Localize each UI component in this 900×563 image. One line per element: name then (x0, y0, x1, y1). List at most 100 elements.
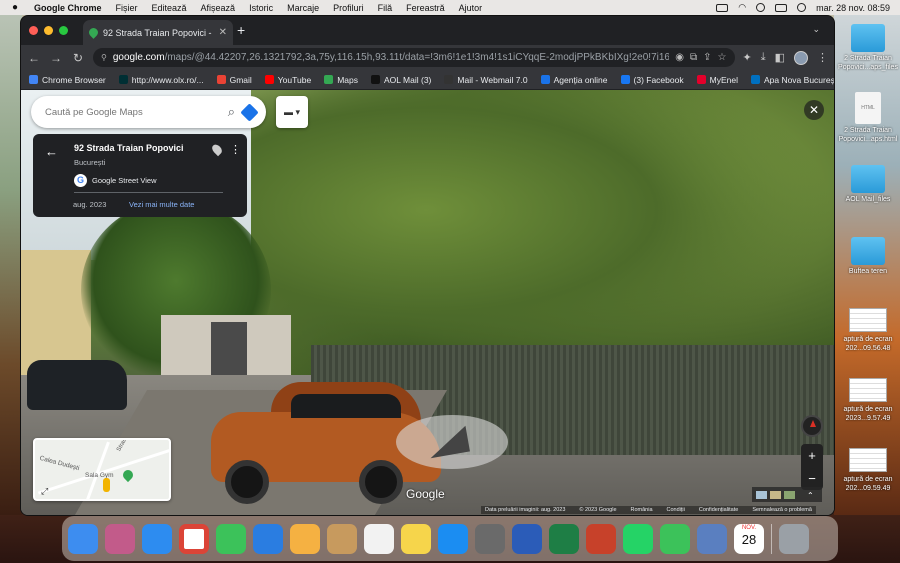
menu-history[interactable]: Istoric (249, 3, 273, 13)
side-panel-icon[interactable]: ◧ (775, 51, 785, 64)
facetime-icon[interactable] (660, 523, 690, 554)
close-window-button[interactable] (29, 26, 38, 35)
control-center-icon[interactable] (775, 3, 788, 12)
bookmark-maps[interactable]: Maps (324, 75, 358, 85)
maps-search-input[interactable] (45, 106, 220, 118)
bookmark-youtube[interactable]: YouTube (264, 75, 311, 85)
location-pin-icon[interactable] (210, 142, 224, 157)
contacts-icon[interactable] (327, 523, 357, 554)
whatsapp-icon[interactable] (623, 523, 653, 554)
zoom-in-button[interactable]: + (801, 444, 823, 467)
tab-search-chevron-icon[interactable]: ⌄ (812, 24, 820, 35)
menu-app-name[interactable]: Google Chrome (34, 3, 102, 13)
thumbnail[interactable] (756, 490, 767, 499)
siri-icon[interactable] (797, 3, 807, 12)
bookmark-chrome-browser[interactable]: Chrome Browser (29, 75, 106, 85)
forward-button[interactable]: → (49, 51, 63, 65)
bookmark-gmail[interactable]: Gmail (216, 75, 252, 85)
menu-bookmarks[interactable]: Marcaje (287, 3, 319, 13)
see-more-dates-link[interactable]: Vezi mai multe date (129, 200, 194, 209)
bookmark-olx[interactable]: http://www.olx.ro/... (118, 75, 204, 85)
photos-icon[interactable] (290, 523, 320, 554)
bookmark-star-icon[interactable]: ☆ (718, 52, 727, 63)
mail-icon[interactable] (253, 523, 283, 554)
thumbnail[interactable] (784, 490, 795, 499)
site-info-icon[interactable]: ⚲ (101, 53, 107, 62)
downloads-icon[interactable]: ⤓ (761, 51, 766, 64)
desktop-screenshot-3[interactable]: aptură de ecran 202...09.59.49 (838, 448, 898, 493)
desktop-screenshot-2[interactable]: aptură de ecran 2023...9.57.49 (838, 378, 898, 423)
clock[interactable]: mar. 28 nov. 08:59 (816, 3, 890, 13)
minimize-window-button[interactable] (44, 26, 53, 35)
excel-icon[interactable] (549, 523, 579, 554)
chrome-menu-icon[interactable]: ⋮ (817, 51, 828, 64)
word-icon[interactable] (512, 523, 542, 554)
finder-icon[interactable] (68, 523, 98, 554)
layers-button[interactable]: ▬ ▾ (276, 96, 308, 128)
url-text[interactable]: google.com/maps/@44.42207,26.1321792,3a,… (113, 52, 669, 63)
street-view-panorama[interactable]: ⌕ ▬ ▾ ✕ ← 92 Strada Traian Popovici Bucu… (21, 90, 834, 515)
menu-tab[interactable]: Filă (378, 3, 393, 13)
desktop-folder-aol-mail[interactable]: AOL Mail_files (838, 165, 898, 204)
desktop-folder-maps-files[interactable]: 2 Strada Traian Popovici...aps_files (838, 24, 898, 72)
preview-icon[interactable] (697, 523, 727, 554)
expand-thumbnails-icon[interactable]: ⌃ (807, 491, 818, 500)
extensions-icon[interactable]: ✦ (743, 51, 752, 64)
minimap-poi-pin-icon[interactable] (120, 467, 136, 483)
desktop-file-html[interactable]: HTML 2 Strada Traian Popovici...aps.html (838, 92, 898, 144)
desktop-screenshot-1[interactable]: aptură de ecran 202...09.56.48 (838, 308, 898, 353)
tab-active[interactable]: 92 Strada Traian Popovici - Go ✕ (83, 20, 233, 45)
bookmark-apa-nova[interactable]: Apa Nova Bucureș... (750, 75, 834, 85)
expand-map-icon[interactable]: ⤢ (41, 486, 48, 497)
search-icon[interactable]: ⌕ (228, 104, 235, 120)
wifi-icon[interactable]: ◠ (738, 2, 746, 13)
address-bar[interactable]: ⚲ google.com/maps/@44.42207,26.1321792,3… (93, 48, 735, 67)
location-icon[interactable]: ◉ (675, 52, 684, 63)
compass-button[interactable] (801, 415, 823, 437)
back-button[interactable]: ← (27, 51, 41, 65)
bookmark-myenel[interactable]: MyEnel (696, 75, 738, 85)
safari-icon[interactable] (142, 523, 172, 554)
thumbnail[interactable] (770, 490, 781, 499)
menu-file[interactable]: Fișier (116, 3, 138, 13)
bookmark-facebook[interactable]: (3) Facebook (620, 75, 684, 85)
calendar-icon[interactable]: NOV. 28 (734, 523, 764, 554)
desktop-folder-buftea[interactable]: Buftea teren (838, 237, 898, 276)
menu-window[interactable]: Fereastră (406, 3, 445, 13)
back-arrow-icon[interactable]: ← (45, 144, 58, 159)
menu-help[interactable]: Ajutor (459, 3, 483, 13)
battery-icon[interactable] (716, 3, 729, 12)
menu-edit[interactable]: Editează (152, 3, 187, 13)
open-in-app-icon[interactable]: ⧉ (690, 52, 697, 63)
new-tab-button[interactable]: + (237, 23, 245, 37)
profile-avatar[interactable] (794, 50, 808, 65)
powerpoint-icon[interactable] (586, 523, 616, 554)
bookmark-webmail[interactable]: Mail - Webmail 7.0 (444, 75, 528, 85)
trash-icon[interactable] (779, 523, 809, 554)
zoom-window-button[interactable] (59, 26, 68, 35)
system-settings-icon[interactable] (475, 523, 505, 554)
menu-profiles[interactable]: Profiluri (333, 3, 364, 13)
footer-country[interactable]: România (631, 507, 653, 513)
search-spotlight-icon[interactable] (756, 3, 766, 12)
directions-icon[interactable] (240, 102, 259, 122)
apple-icon[interactable]: ● (12, 2, 22, 13)
share-icon[interactable]: ⇪ (703, 52, 711, 63)
close-tab-icon[interactable]: ✕ (219, 27, 227, 38)
menu-view[interactable]: Afișează (201, 3, 236, 13)
pegman-icon[interactable] (103, 478, 110, 492)
footer-terms-link[interactable]: Condiții (667, 507, 685, 513)
chrome-icon[interactable] (179, 523, 209, 554)
bookmark-agentia-online[interactable]: Agenția online (540, 75, 608, 85)
footer-privacy-link[interactable]: Confidențialitate (699, 507, 738, 513)
notes-icon[interactable] (401, 523, 431, 554)
more-options-icon[interactable]: ⋮ (230, 143, 241, 156)
messages-icon[interactable] (216, 523, 246, 554)
launchpad-icon[interactable] (105, 523, 135, 554)
footer-report-link[interactable]: Semnalează o problemă (752, 507, 812, 513)
reload-button[interactable]: ↻ (71, 51, 85, 65)
reminders-icon[interactable] (364, 523, 394, 554)
street-navigation-arrow[interactable] (396, 415, 508, 469)
close-street-view-button[interactable]: ✕ (804, 100, 824, 120)
bookmark-aol-mail[interactable]: AOL Mail (3) (371, 75, 431, 85)
